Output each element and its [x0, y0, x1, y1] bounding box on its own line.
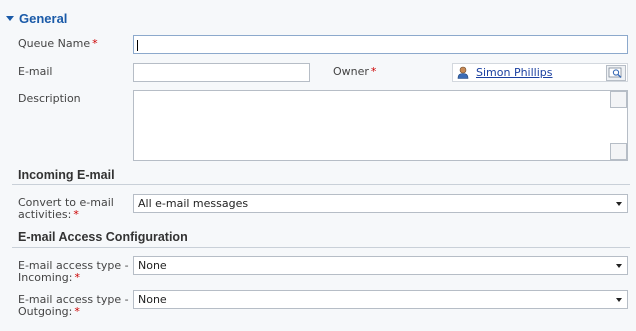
required-mark: *: [73, 208, 79, 221]
scrollbar-up-button[interactable]: [610, 91, 627, 108]
owner-lookup-field[interactable]: Simon Phillips: [452, 63, 628, 82]
email-label: E-mail: [18, 65, 53, 78]
access-outgoing-label: E-mail access type - Outgoing: *: [18, 293, 129, 318]
description-textarea[interactable]: [133, 90, 628, 161]
access-outgoing-select[interactable]: None: [133, 290, 628, 309]
access-config-heading: E-mail Access Configuration: [18, 230, 188, 244]
section-header-general[interactable]: General: [6, 9, 67, 27]
required-mark: *: [370, 65, 377, 78]
required-mark: *: [74, 305, 80, 318]
owner-label: Owner *: [333, 65, 377, 78]
lookup-search-icon[interactable]: [606, 65, 626, 81]
queue-name-label: Queue Name *: [18, 37, 98, 50]
chevron-down-icon: [616, 202, 622, 206]
section-title: General: [19, 10, 68, 26]
scrollbar-down-button[interactable]: [610, 143, 627, 160]
owner-link[interactable]: Simon Phillips: [476, 66, 553, 79]
chevron-down-icon: [616, 298, 622, 302]
access-incoming-label: E-mail access type - Incoming: *: [18, 259, 129, 284]
required-mark: *: [74, 271, 80, 284]
section-divider: [12, 247, 630, 248]
chevron-down-icon: [616, 264, 622, 268]
required-mark: *: [92, 37, 98, 50]
email-input[interactable]: [133, 63, 310, 82]
user-icon: [457, 66, 469, 79]
incoming-email-heading: Incoming E-mail: [18, 168, 115, 182]
convert-activities-select[interactable]: All e-mail messages: [133, 194, 628, 213]
section-divider: [12, 184, 630, 185]
access-incoming-select[interactable]: None: [133, 256, 628, 275]
description-label: Description: [18, 92, 81, 105]
queue-name-input[interactable]: [133, 35, 628, 54]
collapse-triangle-icon[interactable]: [6, 15, 14, 21]
text-caret: [137, 40, 138, 51]
convert-activities-label: Convert to e-mail activities: *: [18, 196, 114, 221]
